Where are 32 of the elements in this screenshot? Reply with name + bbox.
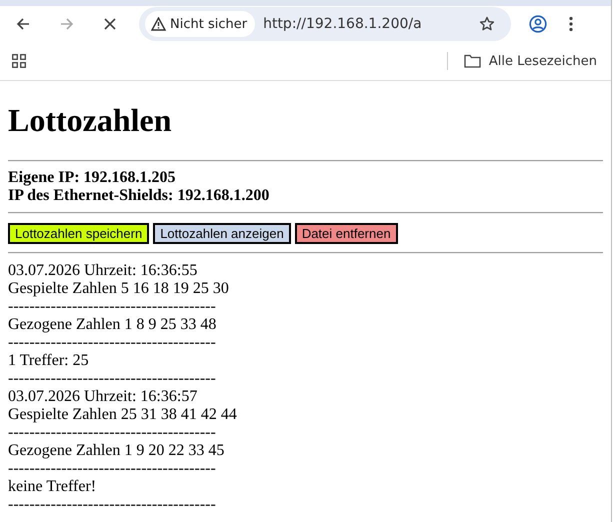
- action-button[interactable]: Datei entfernen: [294, 223, 398, 244]
- url-text: http://192.168.1.200/a: [263, 16, 423, 32]
- apps-grid-icon[interactable]: [12, 54, 26, 68]
- log-line: ---------------------------------------: [8, 298, 217, 316]
- action-button[interactable]: Lottozahlen speichern: [8, 223, 150, 244]
- folder-icon: [464, 54, 481, 68]
- log-line: Gezogene Zahlen 1 8 9 25 33 48: [8, 316, 218, 334]
- security-chip[interactable]: Nicht sicher: [145, 11, 256, 37]
- log-line: 03.07.2026 Uhrzeit: 16:36:57: [8, 388, 198, 406]
- log-line: 1 Treffer: 25: [8, 352, 90, 370]
- log-line: ---------------------------------------: [8, 334, 217, 352]
- log-line: ---------------------------------------: [8, 460, 217, 478]
- stop-icon[interactable]: [103, 17, 117, 31]
- profile-icon[interactable]: [529, 15, 547, 33]
- log-line: keine Treffer!: [8, 478, 98, 496]
- log-line: ---------------------------------------: [8, 370, 217, 388]
- log-line: Gezogene Zahlen 1 9 20 22 33 45: [8, 442, 226, 460]
- log-line: Gespielte Zahlen 5 16 18 19 25 30: [8, 280, 230, 298]
- back-icon[interactable]: [15, 16, 31, 32]
- warning-icon: [151, 17, 166, 31]
- info-text: Eigene IP: 192.168.1.205: [8, 169, 177, 187]
- log-line: Gespielte Zahlen 25 31 38 41 42 44: [8, 406, 238, 424]
- menu-icon[interactable]: [569, 16, 573, 32]
- log-line: 03.07.2026 Uhrzeit: 16:36:55: [8, 262, 198, 280]
- info-text: IP des Ethernet-Shields: 192.168.1.200: [8, 187, 270, 205]
- page-title: Lottozahlen: [8, 102, 173, 139]
- star-icon[interactable]: [479, 16, 495, 32]
- address-bar[interactable]: Nicht sicher http://192.168.1.200/a: [139, 7, 511, 41]
- log-line: ---------------------------------------: [8, 424, 217, 442]
- log-line: ---------------------------------------: [8, 496, 217, 514]
- all-bookmarks-button[interactable]: Alle Lesezeichen: [464, 54, 597, 68]
- action-button[interactable]: Lottozahlen anzeigen: [153, 223, 291, 244]
